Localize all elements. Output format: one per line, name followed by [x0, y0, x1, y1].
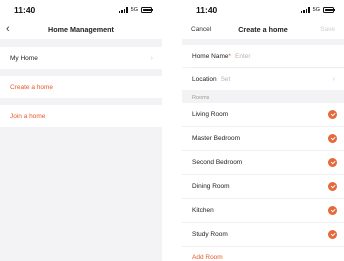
network-label: 5G [312, 7, 320, 13]
checkmark-icon[interactable] [328, 158, 337, 167]
create-home-screen: 11:40 5G Cancel Create a home Save Home … [182, 0, 344, 261]
chevron-right-icon: › [332, 75, 335, 83]
checkmark-icon[interactable] [328, 182, 337, 191]
location-row[interactable]: Location Set › [182, 68, 344, 90]
my-home-label: My Home [10, 54, 38, 62]
chevron-right-icon: › [150, 54, 153, 62]
add-room-button[interactable]: Add Room [182, 247, 344, 261]
room-item-living-room[interactable]: Living Room [182, 103, 344, 127]
create-home-button[interactable]: Create a home [0, 76, 162, 98]
required-mark: * [228, 52, 232, 60]
save-button[interactable]: Save [320, 26, 335, 33]
rooms-section-label: Rooms [192, 95, 210, 101]
home-name-field[interactable]: Home Name * Enter [182, 45, 344, 67]
room-item-kitchen[interactable]: Kitchen [182, 199, 344, 223]
location-value: Set [220, 75, 231, 83]
home-management-screen: 11:40 5G ‹ Home Management My Home › Cre… [0, 0, 162, 261]
status-icons: 5G [300, 7, 335, 13]
home-name-label: Home Name [192, 52, 229, 60]
room-name: Second Bedroom [192, 159, 243, 166]
home-name-input[interactable]: Enter [235, 53, 251, 60]
signal-icon [300, 7, 310, 13]
room-item-master-bedroom[interactable]: Master Bedroom [182, 127, 344, 151]
checkmark-icon[interactable] [328, 110, 337, 119]
room-item-dining-room[interactable]: Dining Room [182, 175, 344, 199]
nav-bar: ‹ Home Management [0, 20, 162, 39]
checkmark-icon[interactable] [328, 230, 337, 239]
room-name: Study Room [192, 231, 228, 238]
room-list: Living Room Master Bedroom Second Bedroo… [182, 103, 344, 247]
status-time: 11:40 [14, 5, 36, 15]
page-title: Home Management [48, 25, 114, 34]
battery-icon [141, 7, 153, 13]
room-item-second-bedroom[interactable]: Second Bedroom [182, 151, 344, 175]
room-name: Dining Room [192, 183, 230, 190]
status-icons: 5G [118, 7, 153, 13]
signal-icon [118, 7, 128, 13]
battery-icon [323, 7, 335, 13]
join-home-label: Join a home [10, 112, 46, 120]
status-bar: 11:40 5G [182, 0, 344, 20]
checkmark-icon[interactable] [328, 134, 337, 143]
network-label: 5G [130, 7, 138, 13]
create-home-label: Create a home [10, 83, 53, 91]
checkmark-icon[interactable] [328, 206, 337, 215]
nav-bar: Cancel Create a home Save [182, 20, 344, 39]
room-item-study-room[interactable]: Study Room [182, 223, 344, 247]
status-bar: 11:40 5G [0, 0, 162, 20]
join-home-button[interactable]: Join a home [0, 105, 162, 127]
room-name: Kitchen [192, 207, 214, 214]
room-name: Living Room [192, 111, 229, 118]
location-label: Location [192, 75, 217, 83]
status-time: 11:40 [196, 5, 218, 15]
my-home-row[interactable]: My Home › [0, 47, 162, 69]
room-name: Master Bedroom [192, 135, 241, 142]
